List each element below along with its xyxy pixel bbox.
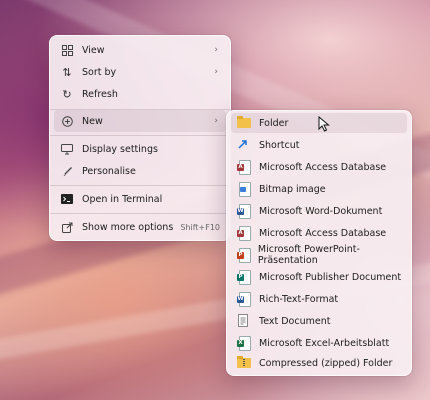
submenu-item-label: Microsoft Word-Dokument	[259, 205, 383, 217]
text-document-icon	[237, 314, 251, 328]
menu-item-sort-by[interactable]: ⇅ Sort by ›	[54, 61, 226, 83]
share-icon	[60, 220, 74, 234]
sort-icon: ⇅	[62, 65, 72, 79]
new-item-excel[interactable]: X Microsoft Excel-Arbeitsblatt	[231, 333, 407, 353]
menu-item-label: Show more options	[82, 221, 174, 233]
menu-item-new[interactable]: New ›	[54, 110, 226, 132]
brush-icon	[60, 164, 74, 178]
menu-separator	[50, 185, 230, 186]
refresh-icon: ↻	[62, 87, 72, 101]
chevron-right-icon: ›	[214, 45, 218, 55]
menu-item-view[interactable]: View ›	[54, 39, 226, 61]
chevron-right-icon: ›	[214, 116, 218, 126]
plus-circle-icon	[60, 114, 74, 128]
zip-folder-icon	[237, 356, 251, 370]
new-item-bitmap-image[interactable]: Bitmap image	[231, 179, 407, 199]
menu-item-label: Sort by	[82, 66, 117, 78]
menu-separator	[50, 213, 230, 214]
powerpoint-icon: P	[237, 248, 251, 263]
menu-item-personalise[interactable]: Personalise	[54, 160, 226, 182]
submenu-item-label: Bitmap image	[259, 183, 326, 195]
menu-item-label: View	[82, 44, 105, 56]
menu-item-label: Display settings	[82, 143, 158, 155]
display-icon	[60, 142, 74, 156]
submenu-item-label: Folder	[259, 117, 289, 129]
submenu-item-label: Shortcut	[259, 139, 300, 151]
shortcut-arrow-icon	[237, 138, 251, 152]
menu-separator	[50, 135, 230, 136]
submenu-item-label: Microsoft PowerPoint-Präsentation	[257, 244, 360, 266]
new-item-access-database-2[interactable]: A Microsoft Access Database	[231, 223, 407, 243]
richtext-icon: W	[237, 292, 251, 307]
new-submenu: Folder Shortcut A Microsoft Access Datab…	[226, 110, 412, 376]
menu-item-label: Refresh	[82, 88, 118, 100]
menu-item-label: Open in Terminal	[82, 193, 163, 205]
new-item-folder[interactable]: Folder	[231, 113, 407, 133]
new-item-rich-text[interactable]: W Rich-Text-Format	[231, 289, 407, 309]
submenu-item-label: Compressed (zipped) Folder	[259, 357, 393, 369]
menu-item-label: Personalise	[82, 165, 136, 177]
excel-icon: X	[237, 336, 251, 351]
submenu-item-label: Text Document	[259, 315, 331, 327]
submenu-item-label: Microsoft Access Database	[259, 161, 387, 173]
menu-item-open-terminal[interactable]: Open in Terminal	[54, 188, 226, 210]
shortcut-hint: Shift+F10	[180, 222, 220, 232]
new-item-powerpoint[interactable]: P Microsoft PowerPoint-Präsentation	[231, 244, 407, 266]
new-item-word-document[interactable]: W Microsoft Word-Dokument	[231, 201, 407, 221]
grid-icon	[60, 43, 74, 57]
terminal-icon	[60, 192, 74, 206]
menu-item-display-settings[interactable]: Display settings	[54, 138, 226, 160]
menu-item-refresh[interactable]: ↻ Refresh	[54, 83, 226, 105]
new-item-publisher[interactable]: P Microsoft Publisher Document	[231, 267, 407, 287]
submenu-item-label: Microsoft Access Database	[259, 227, 387, 239]
chevron-right-icon: ›	[214, 67, 218, 77]
new-item-zip-folder[interactable]: Compressed (zipped) Folder	[231, 353, 407, 373]
menu-item-label: New	[82, 115, 103, 127]
submenu-item-label: Rich-Text-Format	[259, 293, 339, 305]
submenu-item-label: Microsoft Excel-Arbeitsblatt	[259, 337, 390, 349]
folder-icon	[237, 116, 251, 130]
submenu-item-label: Microsoft Publisher Document	[259, 271, 402, 283]
new-item-shortcut[interactable]: Shortcut	[231, 135, 407, 155]
publisher-icon: P	[237, 270, 251, 285]
desktop-context-menu: View › ⇅ Sort by › ↻ Refresh New › Displ…	[49, 35, 231, 241]
bitmap-icon	[237, 182, 251, 197]
word-icon: W	[237, 204, 251, 219]
new-item-access-database[interactable]: A Microsoft Access Database	[231, 157, 407, 177]
access-icon: A	[237, 226, 251, 241]
menu-item-show-more-options[interactable]: Show more options Shift+F10	[54, 216, 226, 238]
access-icon: A	[237, 160, 251, 175]
new-item-text-document[interactable]: Text Document	[231, 311, 407, 331]
